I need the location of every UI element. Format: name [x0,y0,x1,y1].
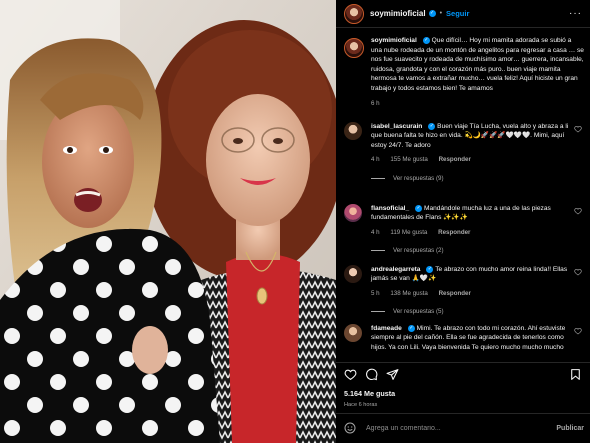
reply-button[interactable]: Responder [439,156,471,163]
comment-input[interactable] [366,424,557,432]
comment-username[interactable]: andrealegarreta [371,266,420,273]
avatar[interactable] [344,122,362,140]
like-comment-icon[interactable] [574,207,582,215]
post-header: soymimioficial ✓ • Seguir ··· [336,0,590,28]
caption-time: 6 h [371,99,380,107]
replies-line [371,250,385,252]
comment-meta: 5 h 138 Me gusta Responder [371,289,570,298]
view-replies-button[interactable]: Ver respuestas (5) [371,307,570,316]
reply-button[interactable]: Responder [439,290,471,297]
comment-item: isabel_lascurain ✓ Buen viaje Tía Lucha, … [344,122,584,183]
comment-username[interactable]: flansoficial_ [371,205,409,212]
avatar[interactable] [344,324,362,342]
comment-meta: 4 h 155 Me gusta Responder [371,155,570,164]
view-replies-label: Ver respuestas (2) [393,247,444,255]
verified-icon: ✓ [415,204,423,212]
divider [336,362,590,363]
verified-icon: ✓ [428,10,436,17]
caption-text: Que difícil… Hoy mi mamita adorada se su… [371,37,584,92]
more-horizontal-icon[interactable]: ··· [569,8,582,19]
divider [336,413,590,414]
comment-username[interactable]: fdameade [371,325,402,332]
view-replies-button[interactable]: Ver respuestas (2) [371,246,570,255]
heart-icon[interactable] [344,368,357,381]
comment-time: 5 h [371,289,380,297]
reply-button[interactable]: Responder [438,229,470,236]
avatar[interactable] [344,3,364,24]
post-photo[interactable] [0,0,336,443]
comment-icon[interactable] [365,368,378,381]
emoji-icon[interactable] [344,422,356,434]
separator-dot: • [439,10,443,17]
comment-likes[interactable]: 119 Me gusta [390,229,427,236]
post-caption: soymimioficial ✓ Que difícil… Hoy mi mami… [344,36,584,108]
caption-username[interactable]: soymimioficial [371,37,417,44]
photo-illustration [0,0,336,443]
comment-time: 4 h [371,156,380,164]
avatar[interactable] [344,204,362,222]
comment-likes[interactable]: 138 Me gusta [390,290,428,297]
replies-line [371,311,385,313]
verified-icon: ✓ [407,324,415,332]
verified-icon: ✓ [428,122,436,130]
share-icon[interactable] [386,368,399,381]
comment-item: flansoficial_ ✓ Mandándole mucha luz a un… [344,204,584,256]
like-comment-icon[interactable] [574,268,582,276]
post-side-panel: soymimioficial ✓ • Seguir ··· soymimiofi… [336,0,590,443]
action-bar [344,368,582,382]
view-replies-label: Ver respuestas (9) [393,174,444,182]
author-username[interactable]: soymimioficial [370,9,426,18]
post-likes[interactable]: 5.164 Me gusta [344,389,395,398]
comment-username[interactable]: isabel_lascurain [371,123,422,130]
replies-line [371,177,385,179]
comment-item: fdameade ✓ Mimi. Te abrazo con todo mi co… [344,324,584,352]
view-replies-button[interactable]: Ver respuestas (9) [371,174,570,183]
comments-list[interactable]: soymimioficial ✓ Que difícil… Hoy mi mami… [336,32,590,362]
comment-time: 4 h [371,228,380,236]
like-comment-icon[interactable] [574,125,582,133]
avatar[interactable] [344,265,362,283]
follow-button[interactable]: Seguir [446,9,469,18]
comment-item: andrealegarreta ✓ Te abrazo con mucho amo… [344,265,584,317]
add-comment-bar: Publicar [344,418,584,438]
bookmark-icon[interactable] [569,368,582,381]
like-comment-icon[interactable] [574,327,582,335]
comment-meta: 4 h 119 Me gusta Responder [371,228,570,237]
verified-icon: ✓ [426,265,434,273]
verified-icon: ✓ [422,36,430,44]
comment-likes[interactable]: 155 Me gusta [390,156,428,163]
avatar[interactable] [344,38,364,58]
post-time: Hace 6 horas [344,402,378,408]
view-replies-label: Ver respuestas (5) [393,308,444,316]
publish-button[interactable]: Publicar [556,425,584,432]
